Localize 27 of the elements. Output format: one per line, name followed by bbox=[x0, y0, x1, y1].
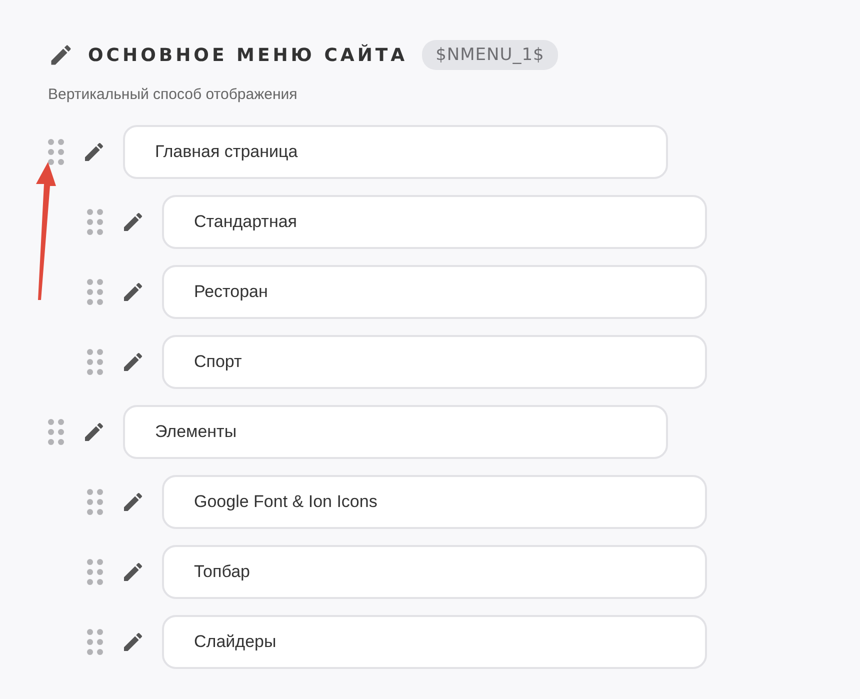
drag-handle-icon[interactable] bbox=[48, 418, 64, 446]
drag-handle-icon[interactable] bbox=[87, 488, 103, 516]
pencil-icon[interactable] bbox=[82, 420, 106, 444]
menu-item-field[interactable]: Топбар bbox=[162, 545, 707, 599]
pencil-icon[interactable] bbox=[121, 630, 145, 654]
drag-handle-icon[interactable] bbox=[87, 558, 103, 586]
drag-handle-icon[interactable] bbox=[87, 628, 103, 656]
drag-handle-icon[interactable] bbox=[87, 208, 103, 236]
menu-item-field[interactable]: Google Font & Ion Icons bbox=[162, 475, 707, 529]
menu-item-field[interactable]: Слайдеры bbox=[162, 615, 707, 669]
pencil-icon[interactable] bbox=[121, 280, 145, 304]
menu-item-field[interactable]: Элементы bbox=[123, 405, 668, 459]
pencil-icon[interactable] bbox=[121, 210, 145, 234]
pencil-icon[interactable] bbox=[82, 140, 106, 164]
menu-item-field[interactable]: Спорт bbox=[162, 335, 707, 389]
menu-item-field[interactable]: Ресторан bbox=[162, 265, 707, 319]
drag-handle-icon[interactable] bbox=[87, 348, 103, 376]
drag-handle-icon[interactable] bbox=[87, 278, 103, 306]
section-title: ОСНОВНОЕ МЕНЮ САЙТА bbox=[88, 44, 408, 66]
menu-item-field[interactable]: Главная страница bbox=[123, 125, 668, 179]
menu-item-field[interactable]: Стандартная bbox=[162, 195, 707, 249]
drag-handle-icon[interactable] bbox=[48, 138, 64, 166]
menu-code-tag: $NMENU_1$ bbox=[422, 40, 558, 70]
section-subtitle: Вертикальный способ отображения bbox=[48, 86, 298, 103]
pencil-icon[interactable] bbox=[121, 350, 145, 374]
pencil-icon[interactable] bbox=[121, 490, 145, 514]
pencil-icon[interactable] bbox=[121, 560, 145, 584]
